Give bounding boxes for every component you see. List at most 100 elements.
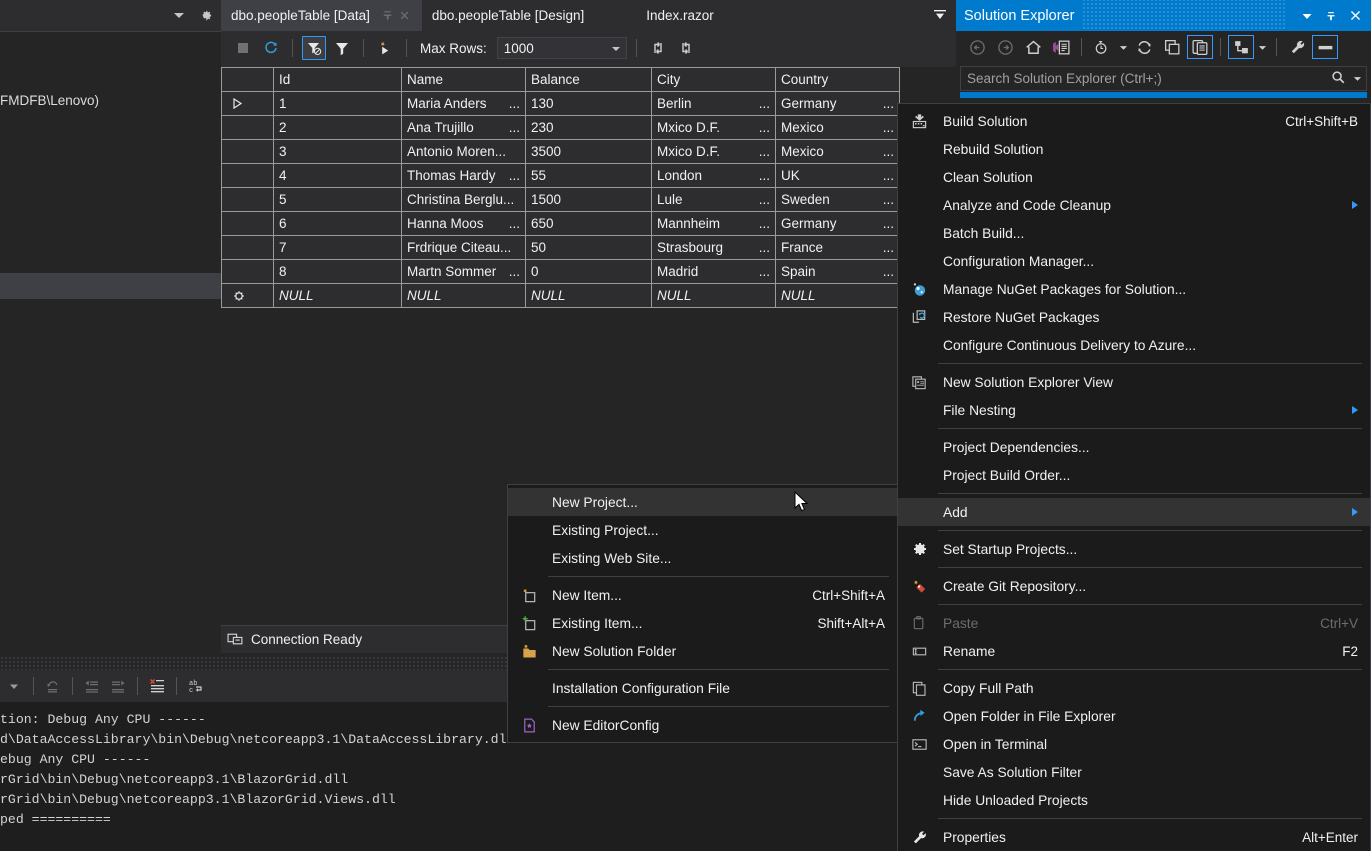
table-row[interactable]: NULL NULL NULL NULL NULL — [221, 283, 900, 308]
sort-descending-icon[interactable] — [674, 36, 698, 60]
menu-item-existing-item[interactable]: Existing Item... Shift+Alt+A — [508, 609, 897, 637]
cell-city[interactable]: Strasbourg... — [651, 235, 776, 260]
cell-country[interactable]: Sweden... — [775, 187, 900, 212]
cell-balance[interactable]: 650 — [525, 211, 652, 236]
chevron-down-icon[interactable] — [1117, 35, 1129, 59]
cell-city[interactable]: Lule... — [651, 187, 776, 212]
cell-city[interactable]: Madrid... — [651, 259, 776, 284]
dropdown-caret-icon[interactable] — [2, 674, 26, 698]
row-header-cell[interactable] — [221, 283, 274, 308]
search-input[interactable] — [967, 71, 1330, 86]
cell-balance[interactable]: 230 — [525, 115, 652, 140]
filter-off-icon[interactable] — [302, 36, 326, 60]
table-row[interactable]: 2 Ana Trujillo... 230 Mxico D.F.... Mexico..… — [221, 115, 900, 140]
menu-item-clean-solution[interactable]: Clean Solution — [898, 163, 1370, 191]
cell-id[interactable]: 6 — [273, 211, 402, 236]
menu-item-analyze-and-code-cleanup[interactable]: Analyze and Code Cleanup — [898, 191, 1370, 219]
table-row[interactable]: 7 Frdrique Citeau... 50 Strasbourg... France… — [221, 235, 900, 260]
menu-item-hide-unloaded-projects[interactable]: Hide Unloaded Projects — [898, 786, 1370, 814]
undo-icon[interactable] — [41, 674, 65, 698]
search-icon[interactable] — [1330, 69, 1347, 89]
cell-country[interactable]: France... — [775, 235, 900, 260]
tab-dbo-peopletable-data[interactable]: dbo.peopleTable [Data] — [221, 0, 422, 31]
menu-item-rename[interactable]: Rename F2 — [898, 637, 1370, 665]
menu-item-save-as-solution-filter[interactable]: Save As Solution Filter — [898, 758, 1370, 786]
solution-context-menu[interactable]: Build Solution Ctrl+Shift+B Rebuild Soluti… — [897, 103, 1371, 851]
menu-item-existing-web-site[interactable]: Existing Web Site... — [508, 544, 897, 572]
server-explorer-selected-row[interactable] — [0, 273, 221, 299]
cell-balance[interactable]: 50 — [525, 235, 652, 260]
properties-view-icon[interactable] — [1228, 35, 1254, 59]
row-header-cell[interactable] — [221, 211, 274, 236]
menu-item-add[interactable]: Add — [898, 498, 1370, 526]
row-header-cell[interactable] — [221, 235, 274, 260]
menu-item-existing-project[interactable]: Existing Project... — [508, 516, 897, 544]
collapse-all-icon[interactable] — [1159, 35, 1185, 59]
cell-city[interactable]: Berlin... — [651, 91, 776, 116]
pin-icon[interactable] — [1319, 4, 1343, 28]
menu-item-file-nesting[interactable]: File Nesting — [898, 396, 1370, 424]
row-header-cell[interactable] — [221, 139, 274, 164]
wrench-icon[interactable] — [1284, 35, 1310, 59]
menu-item-installation-configuration-file[interactable]: Installation Configuration File — [508, 674, 897, 702]
outdent-icon[interactable] — [80, 674, 104, 698]
close-icon[interactable] — [1343, 4, 1367, 28]
clear-all-icon[interactable] — [145, 674, 169, 698]
cell-city[interactable]: Mxico D.F.... — [651, 115, 776, 140]
cell-id[interactable]: 2 — [273, 115, 402, 140]
cell-country[interactable]: UK... — [775, 163, 900, 188]
table-row[interactable]: 5 Christina Berglu... 1500 Lule... Sweden... — [221, 187, 900, 212]
menu-item-new-editorconfig[interactable]: New EditorConfig — [508, 711, 897, 739]
pin-icon[interactable] — [380, 8, 395, 23]
table-row[interactable]: 6 Hanna Moos... 650 Mannheim... Germany... — [221, 211, 900, 236]
menu-item-open-in-terminal[interactable]: Open in Terminal — [898, 730, 1370, 758]
refresh-icon[interactable] — [1131, 35, 1157, 59]
show-all-files-icon[interactable] — [1187, 35, 1213, 59]
pending-changes-icon[interactable] — [1089, 35, 1115, 59]
cell-country[interactable]: Mexico... — [775, 115, 900, 140]
cell-id[interactable]: 8 — [273, 259, 402, 284]
cell-city[interactable]: Mxico D.F.... — [651, 139, 776, 164]
sort-ascending-icon[interactable] — [646, 36, 670, 60]
titlebar-drag-area[interactable] — [1082, 0, 1287, 31]
cell-id[interactable]: 7 — [273, 235, 402, 260]
cell-name[interactable]: Christina Berglu... — [401, 187, 526, 212]
cell-city[interactable]: NULL — [651, 283, 776, 308]
menu-item-rebuild-solution[interactable]: Rebuild Solution — [898, 135, 1370, 163]
gear-icon[interactable] — [198, 8, 213, 23]
table-row[interactable]: 3 Antonio Moren... 3500 Mxico D.F.... Mexico… — [221, 139, 900, 164]
menu-item-open-folder-in-file-explorer[interactable]: Open Folder in File Explorer — [898, 702, 1370, 730]
filter-icon[interactable] — [330, 36, 354, 60]
cell-country[interactable]: NULL — [775, 283, 900, 308]
solution-tree-selected-strip[interactable] — [960, 92, 1367, 98]
close-icon[interactable] — [397, 8, 412, 23]
cell-name[interactable]: NULL — [401, 283, 526, 308]
home-icon[interactable] — [1020, 35, 1046, 59]
cell-balance[interactable]: 1500 — [525, 187, 652, 212]
forward-arrow-icon[interactable] — [992, 35, 1018, 59]
table-row[interactable]: 1 Maria Anders... 130 Berlin... Germany... — [221, 91, 900, 116]
column-header-id[interactable]: Id — [273, 67, 402, 92]
cell-country[interactable]: Spain... — [775, 259, 900, 284]
chevron-down-icon[interactable] — [1295, 4, 1319, 28]
menu-item-manage-nuget-packages-for-solution[interactable]: Manage NuGet Packages for Solution... — [898, 275, 1370, 303]
cell-name[interactable]: Martn Sommer... — [401, 259, 526, 284]
menu-item-batch-build[interactable]: Batch Build... — [898, 219, 1370, 247]
cell-id[interactable]: NULL — [273, 283, 402, 308]
back-arrow-icon[interactable] — [964, 35, 990, 59]
preview-pane-icon[interactable] — [1312, 35, 1338, 59]
column-header-city[interactable]: City — [651, 67, 776, 92]
refresh-icon[interactable] — [259, 36, 283, 60]
cell-balance[interactable]: 55 — [525, 163, 652, 188]
cell-id[interactable]: 4 — [273, 163, 402, 188]
cell-city[interactable]: London... — [651, 163, 776, 188]
row-header-cell[interactable] — [221, 115, 274, 140]
cell-name[interactable]: Antonio Moren... — [401, 139, 526, 164]
menu-item-configure-continuous-delivery-to-azure[interactable]: Configure Continuous Delivery to Azure..… — [898, 331, 1370, 359]
cell-id[interactable]: 3 — [273, 139, 402, 164]
cell-country[interactable]: Germany... — [775, 91, 900, 116]
max-rows-combobox[interactable]: 1000 — [496, 37, 627, 59]
menu-item-build-solution[interactable]: Build Solution Ctrl+Shift+B — [898, 107, 1370, 135]
column-header-country[interactable]: Country — [775, 67, 900, 92]
cell-name[interactable]: Hanna Moos... — [401, 211, 526, 236]
